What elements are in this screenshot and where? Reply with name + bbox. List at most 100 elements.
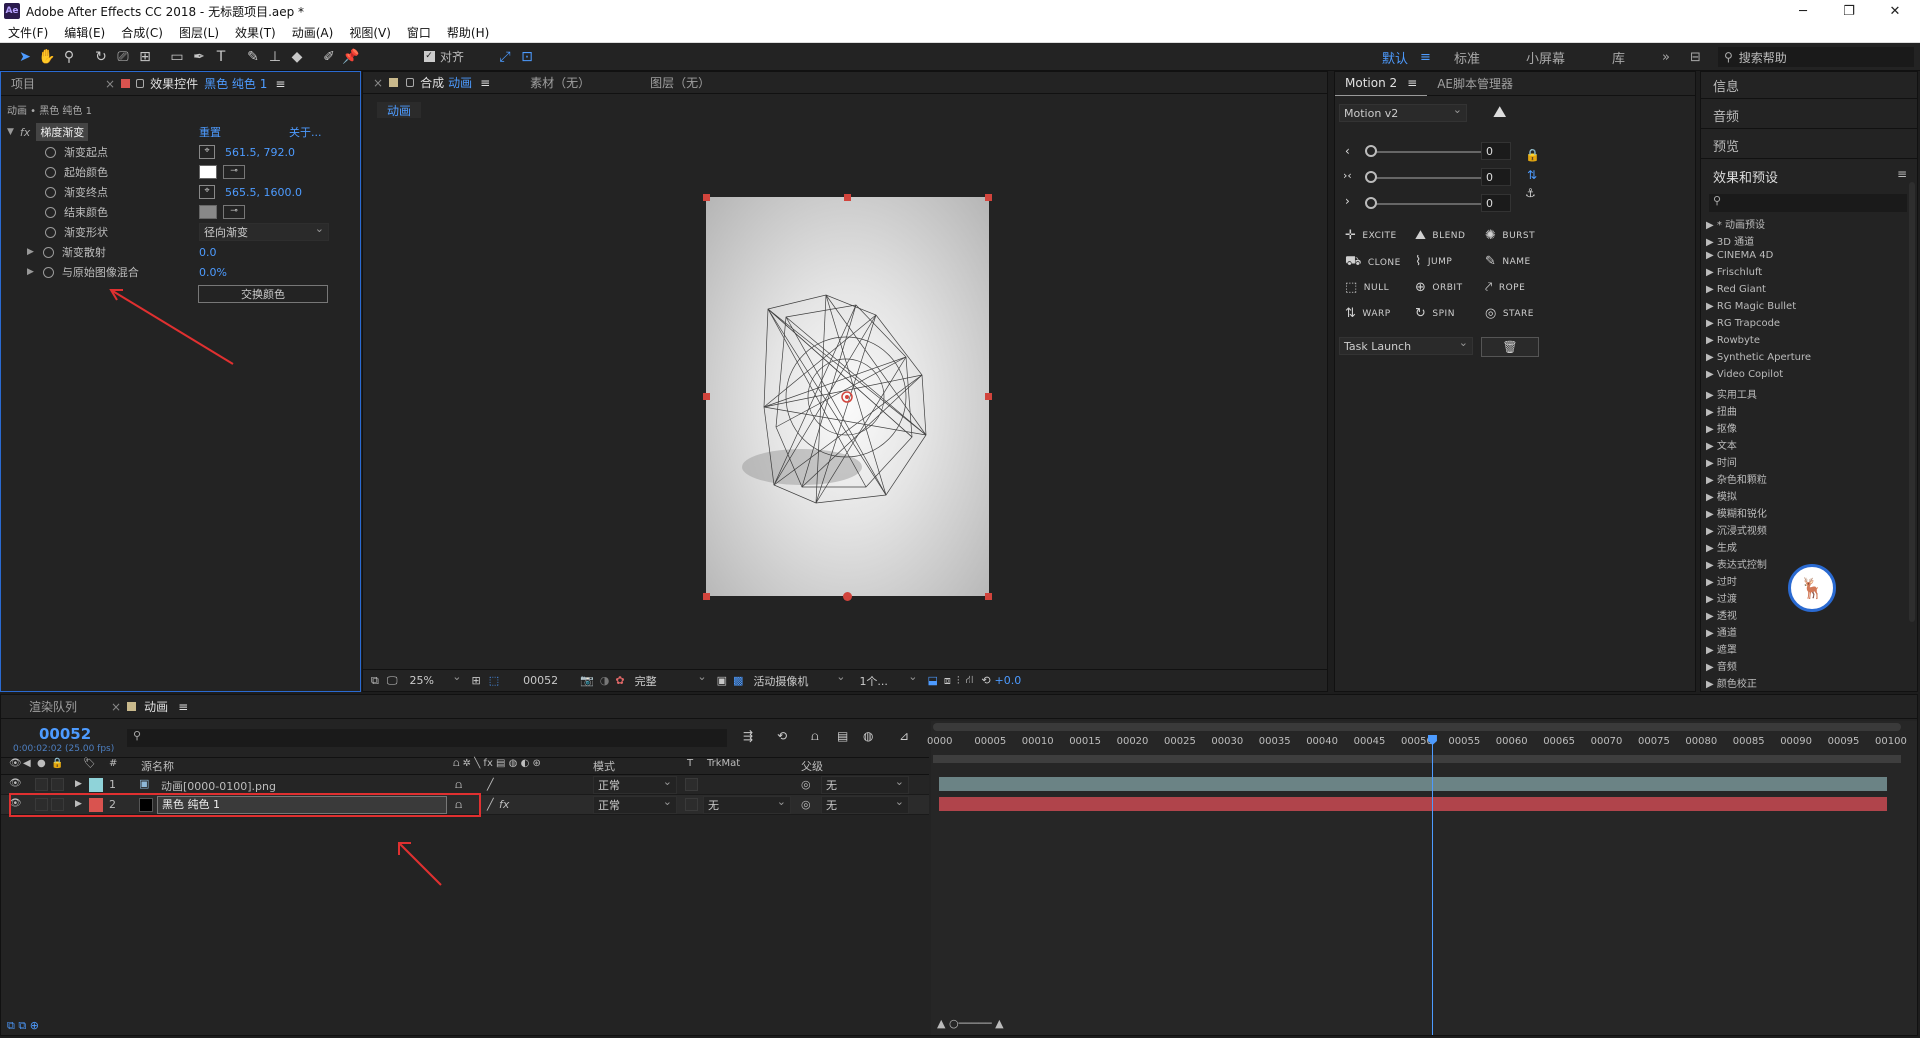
panel-menu-icon[interactable]: ≡ xyxy=(1897,167,1907,181)
trash-icon[interactable]: 🗑 xyxy=(1481,337,1539,357)
lock-icon[interactable] xyxy=(406,78,415,87)
panel-menu-icon[interactable]: ≡ xyxy=(275,77,285,91)
preserve-transparency-switch[interactable] xyxy=(685,778,698,791)
jump-button[interactable]: ⌇ JUMP xyxy=(1415,254,1452,269)
effects-category[interactable]: ▶ 时间 xyxy=(1706,454,1737,469)
toggle-pixel-icon[interactable]: ⬓ xyxy=(927,674,937,687)
info-panel-tab[interactable]: 信息 xyxy=(1713,76,1739,95)
null-button[interactable]: ⬚ NULL xyxy=(1345,280,1389,295)
version-dropdown[interactable]: Motion v2 xyxy=(1339,103,1467,122)
layer-duration-bar[interactable] xyxy=(939,777,1887,791)
tab-composition[interactable]: × 合成 动画 ≡ xyxy=(363,71,500,95)
transform-handle[interactable] xyxy=(985,593,992,600)
effects-category[interactable]: ▶ * 动画预设 xyxy=(1706,216,1765,231)
frame-blending-icon[interactable]: ▤ xyxy=(837,729,848,743)
workspace-library[interactable]: 库 xyxy=(1612,43,1625,71)
menu-file[interactable]: 文件(F) xyxy=(0,24,56,41)
help-search[interactable]: ⚲ 搜索帮助 xyxy=(1718,47,1914,67)
workspace-menu-icon[interactable]: ≡ xyxy=(1420,43,1431,71)
effects-category[interactable]: ▶ 生成 xyxy=(1706,539,1737,554)
expand-param-icon[interactable]: ▶ xyxy=(27,267,34,277)
effects-category[interactable]: ▶ 扭曲 xyxy=(1706,403,1737,418)
effects-category[interactable]: ▶ CINEMA 4D xyxy=(1706,250,1773,261)
workspace-small-screen[interactable]: 小屏幕 xyxy=(1526,43,1565,71)
snap-edge-icon[interactable]: ⤢ xyxy=(494,46,516,68)
panel-menu-icon[interactable]: ≡ xyxy=(1407,76,1417,90)
label-color[interactable] xyxy=(89,778,103,792)
clone-button[interactable]: ⛟ CLONE xyxy=(1345,254,1401,271)
audio-panel-tab[interactable]: 音频 xyxy=(1713,106,1739,125)
menu-view[interactable]: 视图(V) xyxy=(341,24,399,41)
snap-feature-icon[interactable]: ⊡ xyxy=(516,46,538,68)
channel-icon[interactable]: ✿ xyxy=(615,674,624,687)
flowchart-icon[interactable]: ⛙ xyxy=(966,673,974,688)
pan-behind-tool-icon[interactable]: ⊞ xyxy=(134,46,156,68)
stopwatch-icon[interactable] xyxy=(45,166,56,178)
current-time[interactable]: 00052 xyxy=(523,674,558,687)
zoom-dropdown[interactable]: 25% xyxy=(405,670,466,690)
time-navigator[interactable] xyxy=(933,723,1901,731)
clone-stamp-tool-icon[interactable]: ⊥ xyxy=(264,46,286,68)
panel-menu-icon[interactable]: ≡ xyxy=(178,700,188,714)
exposure-value[interactable]: +0.0 xyxy=(995,674,1022,687)
eraser-tool-icon[interactable]: ◆ xyxy=(286,46,308,68)
slider-knob[interactable] xyxy=(1365,145,1377,157)
name-button[interactable]: ✎ NAME xyxy=(1485,254,1531,269)
source-name-header[interactable]: 源名称 xyxy=(141,758,174,774)
close-tab-icon[interactable]: × xyxy=(105,77,115,91)
mode-dropdown[interactable]: 正常 xyxy=(593,795,677,814)
menu-layer[interactable]: 图层(L) xyxy=(171,24,227,41)
rectangle-tool-icon[interactable]: ▭ xyxy=(166,46,188,68)
draft-3d-icon[interactable]: ⟲ xyxy=(777,729,787,743)
rotate-tool-icon[interactable]: ↻ xyxy=(90,46,112,68)
param-value[interactable]: 565.5, 1600.0 xyxy=(225,186,302,199)
brush-tool-icon[interactable]: ✎ xyxy=(242,46,264,68)
lock-column-icon[interactable]: 🔒 xyxy=(51,758,63,769)
eyedropper-icon[interactable]: ⊸ xyxy=(223,205,245,219)
solo-switch[interactable] xyxy=(35,778,48,791)
tab-timeline-comp[interactable]: × 动画 ≡ xyxy=(87,695,198,719)
monitor-icon[interactable]: 🖵 xyxy=(387,674,398,688)
tab-project[interactable]: 项目 xyxy=(1,72,45,96)
workspace-overflow-icon[interactable]: » xyxy=(1662,43,1670,71)
transform-handle[interactable] xyxy=(985,194,992,201)
transform-handle[interactable] xyxy=(843,592,852,601)
fx-switch-icon[interactable]: fx xyxy=(499,798,509,811)
minimize-icon[interactable]: ─ xyxy=(1780,0,1826,22)
zoom-out-icon[interactable]: ▲ ○───── ▲ xyxy=(937,1017,1004,1030)
swap-icon[interactable]: ⇅ xyxy=(1527,168,1537,182)
playhead[interactable] xyxy=(1431,735,1433,1035)
effects-category[interactable]: ▶ 沉浸式视频 xyxy=(1706,522,1767,537)
end-color-swatch[interactable] xyxy=(199,205,217,219)
menu-composition[interactable]: 合成(C) xyxy=(113,24,171,41)
effects-category[interactable]: ▶ 通道 xyxy=(1706,624,1737,639)
eyedropper-icon[interactable]: ⊸ xyxy=(223,165,245,179)
anchor-icon[interactable]: ⚓ xyxy=(1525,186,1536,200)
resolution-dropdown[interactable]: 完整 xyxy=(630,670,711,690)
preserve-transparency-switch[interactable] xyxy=(685,798,698,811)
eye-icon[interactable]: 👁 xyxy=(9,758,22,769)
crosshair-icon[interactable]: ⌖ xyxy=(199,185,215,199)
stopwatch-icon[interactable] xyxy=(45,226,56,238)
transform-handle[interactable] xyxy=(703,593,710,600)
effects-category[interactable]: ▶ 模拟 xyxy=(1706,488,1737,503)
effects-category[interactable]: ▶ 音频 xyxy=(1706,658,1737,673)
effects-category[interactable]: ▶ 文本 xyxy=(1706,437,1737,452)
slider-track[interactable] xyxy=(1369,151,1499,153)
tab-footage[interactable]: 素材（无） xyxy=(520,71,600,95)
effects-category[interactable]: ▶ Frischluft xyxy=(1706,267,1762,278)
effects-category[interactable]: ▶ 3D 通道 xyxy=(1706,233,1754,248)
parent-pickwhip-icon[interactable]: ◎ xyxy=(801,778,811,791)
transform-handle[interactable] xyxy=(703,393,710,400)
workspace-default[interactable]: 默认 xyxy=(1382,43,1408,71)
slider-value[interactable]: 0 xyxy=(1481,168,1511,186)
mode-dropdown[interactable]: 正常 xyxy=(593,775,677,794)
effects-category[interactable]: ▶ 杂色和颗粒 xyxy=(1706,471,1767,486)
orbit-button[interactable]: ⊕ ORBIT xyxy=(1415,280,1463,295)
effects-category[interactable]: ▶ RG Magic Bullet xyxy=(1706,301,1796,312)
warp-button[interactable]: ⇅ WARP xyxy=(1345,306,1391,321)
views-dropdown[interactable]: 1个... xyxy=(855,670,922,690)
camera-dropdown[interactable]: 活动摄像机 xyxy=(749,670,850,690)
tab-script-manager[interactable]: AE脚本管理器 xyxy=(1427,72,1523,96)
reset-exposure-icon[interactable]: ⟲ xyxy=(981,674,990,687)
